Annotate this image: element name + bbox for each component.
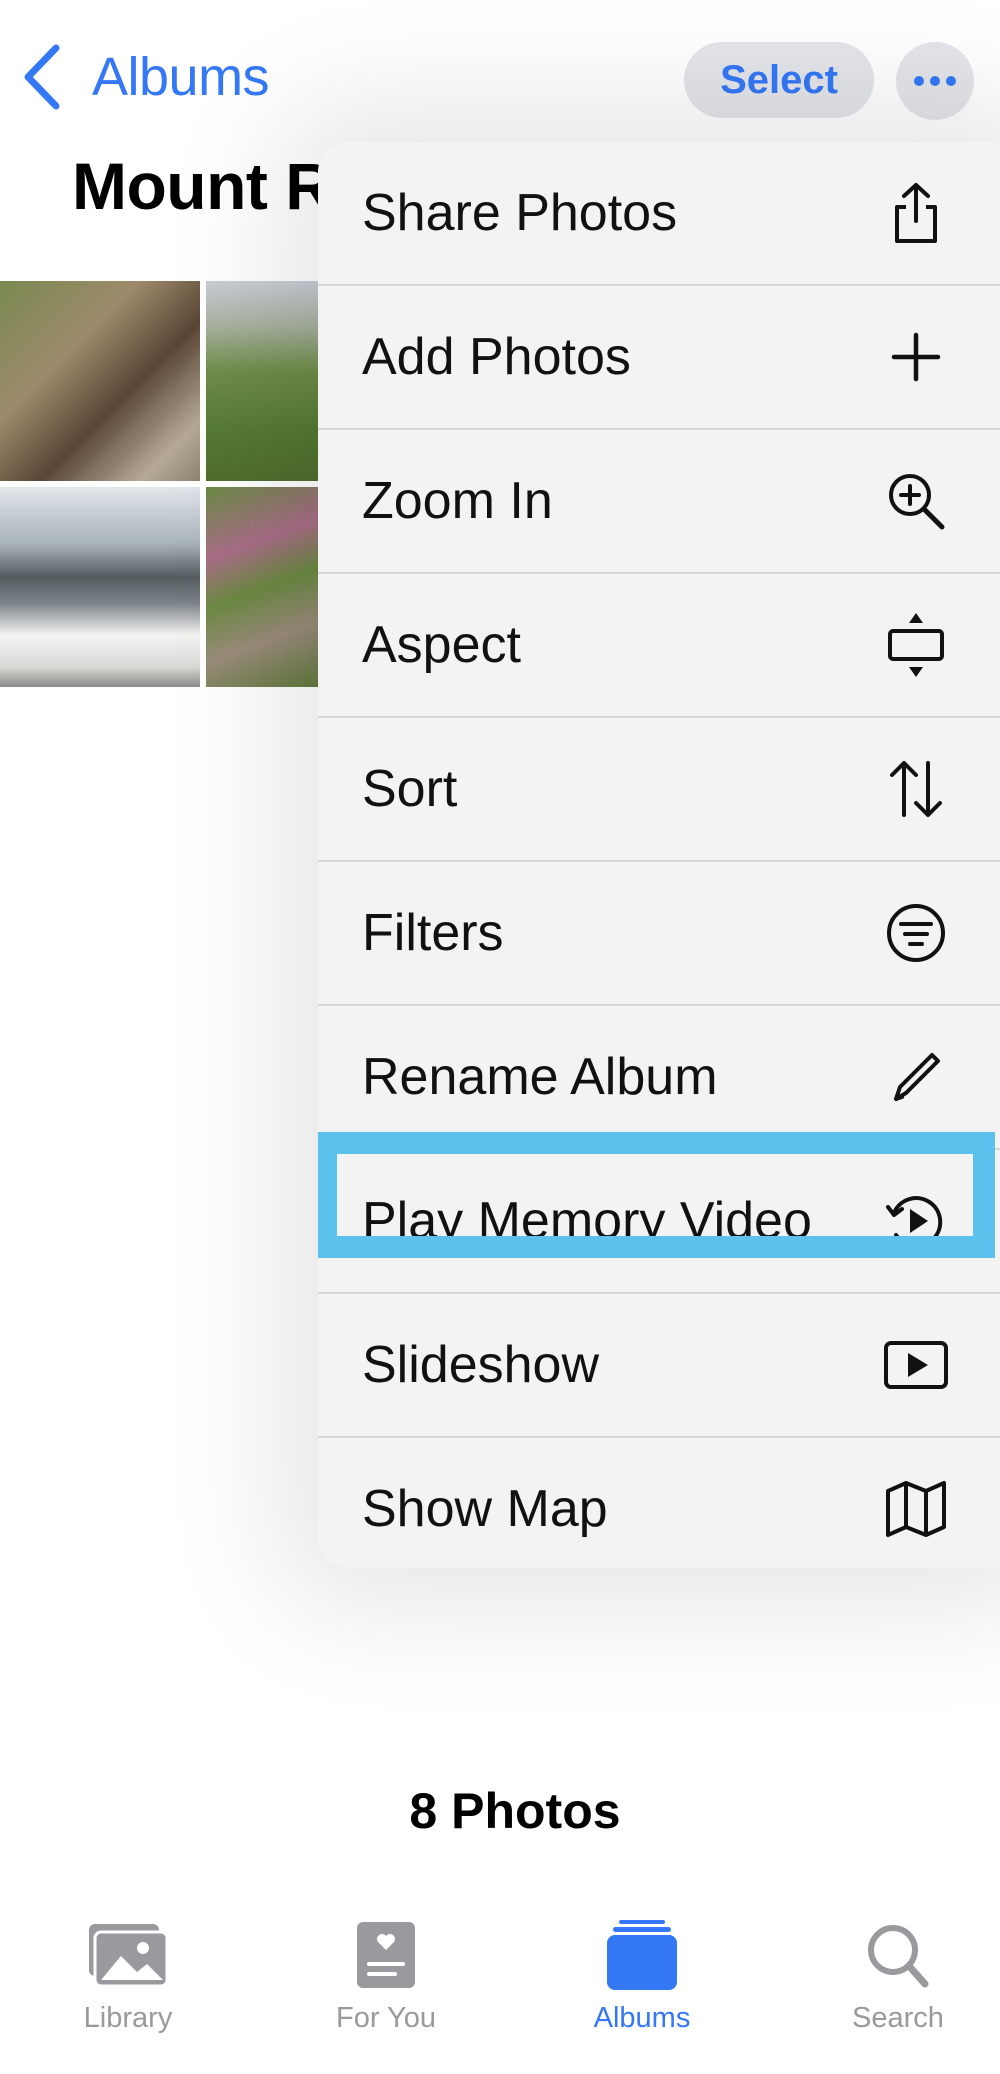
album-title: Mount R: [72, 149, 333, 223]
menu-item-zoom-in[interactable]: Zoom In: [318, 430, 1000, 572]
aspect-icon: [880, 609, 952, 681]
filters-icon: [880, 897, 952, 969]
back-button[interactable]: Albums: [20, 42, 270, 112]
highlight-frame: [318, 1132, 995, 1258]
library-icon: [89, 1924, 169, 1988]
albums-icon: [607, 1920, 677, 1990]
tab-library[interactable]: Library: [28, 1920, 228, 2060]
ellipsis-icon: [914, 76, 956, 86]
for-you-icon: [357, 1922, 415, 1988]
menu-item-label: Filters: [362, 904, 504, 962]
menu-item-sort[interactable]: Sort: [318, 718, 1000, 860]
album-options-menu: Share Photos Add Photos Zoom In Aspect S…: [318, 142, 1000, 1568]
tab-bar: Library For You Albums Search: [0, 1900, 1000, 2074]
photo-thumbnail[interactable]: [0, 487, 200, 687]
search-icon: [868, 1925, 929, 1988]
menu-item-label: Sort: [362, 760, 458, 818]
menu-item-label: Rename Album: [362, 1048, 718, 1106]
menu-item-filters[interactable]: Filters: [318, 862, 1000, 1004]
chevron-left-icon: [24, 44, 60, 110]
menu-item-label: Aspect: [362, 616, 521, 674]
menu-item-label: Slideshow: [362, 1336, 600, 1394]
photo-thumbnail[interactable]: [206, 281, 326, 481]
menu-item-slideshow[interactable]: Slideshow: [318, 1294, 1000, 1436]
sort-icon: [880, 753, 952, 825]
menu-item-label: Show Map: [362, 1480, 608, 1538]
photo-thumbnail[interactable]: [206, 487, 326, 687]
menu-item-label: Share Photos: [362, 184, 678, 242]
tab-for-you[interactable]: For You: [286, 1920, 486, 2060]
back-label: Albums: [92, 47, 270, 107]
map-icon: [880, 1473, 952, 1545]
menu-item-share-photos[interactable]: Share Photos: [318, 142, 1000, 284]
plus-icon: [880, 321, 952, 393]
share-icon: [880, 177, 952, 249]
more-button[interactable]: [896, 42, 974, 120]
menu-item-label: Zoom In: [362, 472, 553, 530]
menu-item-rename-album[interactable]: Rename Album: [318, 1006, 1000, 1148]
photo-count: 8 Photos: [409, 1783, 621, 1839]
select-button[interactable]: Select: [684, 42, 874, 118]
tab-search[interactable]: Search: [798, 1920, 998, 2060]
menu-item-label: Add Photos: [362, 328, 631, 386]
zoom-in-icon: [880, 465, 952, 537]
menu-item-aspect[interactable]: Aspect: [318, 574, 1000, 716]
photo-thumbnail[interactable]: [0, 281, 200, 481]
pencil-icon: [880, 1041, 952, 1113]
slideshow-icon: [880, 1329, 952, 1401]
menu-item-show-map[interactable]: Show Map: [318, 1438, 1000, 1568]
tab-albums[interactable]: Albums: [542, 1920, 742, 2060]
menu-item-add-photos[interactable]: Add Photos: [318, 286, 1000, 428]
